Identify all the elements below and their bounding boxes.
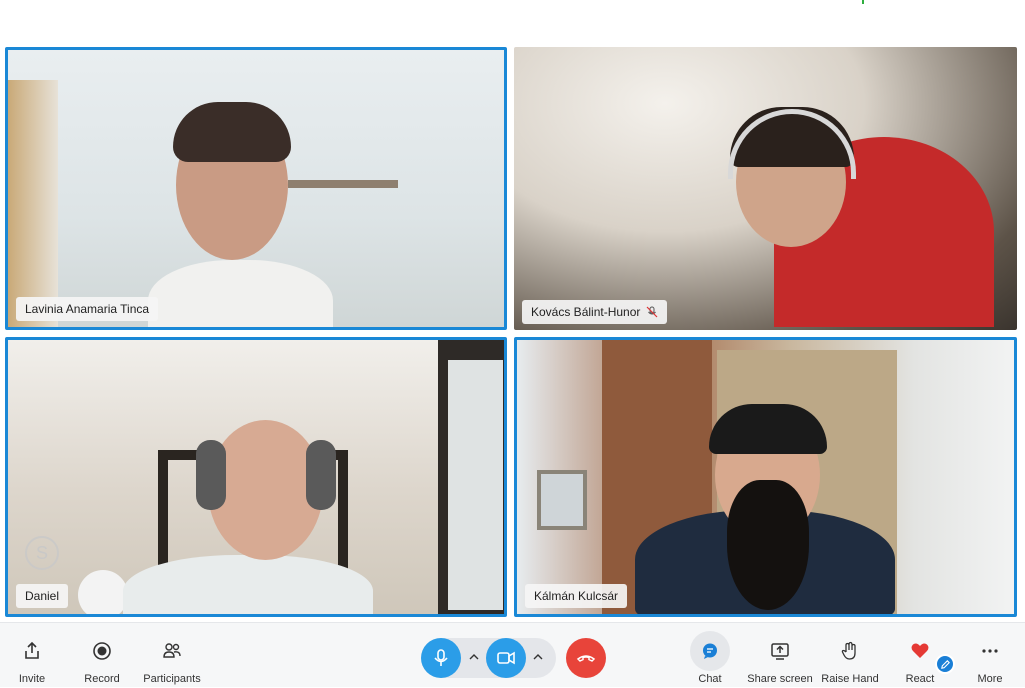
invite-label: Invite xyxy=(18,673,46,685)
participant-tile[interactable]: S Daniel xyxy=(5,337,507,617)
participant-name-tag: Lavinia Anamaria Tinca xyxy=(16,297,159,321)
share-screen-label: Share screen xyxy=(747,673,813,685)
person-hair xyxy=(709,404,827,454)
participant-tile[interactable]: Kovács Bálint-Hunor xyxy=(514,47,1017,330)
chat-label: Chat xyxy=(698,673,722,685)
react-label: React xyxy=(905,673,935,685)
wall-shelf xyxy=(288,180,398,188)
chevron-up-icon[interactable] xyxy=(532,651,544,663)
record-icon xyxy=(93,642,111,660)
lamp xyxy=(78,570,128,614)
share-icon xyxy=(25,641,39,659)
edit-reaction-button[interactable] xyxy=(935,654,955,674)
pencil-icon xyxy=(940,659,950,669)
participants-button[interactable]: Participants xyxy=(142,623,202,688)
participant-video xyxy=(514,47,1017,330)
chevron-up-icon[interactable] xyxy=(468,651,480,663)
video-grid: Lavinia Anamaria Tinca Kovács Bálint-Hun… xyxy=(0,44,1025,622)
camera-button[interactable] xyxy=(486,638,526,678)
participant-name: Daniel xyxy=(25,589,60,603)
chat-button-bg xyxy=(690,631,730,671)
person-beard xyxy=(727,480,809,610)
person-body xyxy=(148,260,333,327)
picture-frame xyxy=(537,470,587,530)
skype-watermark-icon: S xyxy=(25,536,59,570)
heart-icon xyxy=(911,643,929,658)
end-call-button[interactable] xyxy=(566,638,606,678)
person-body xyxy=(123,555,373,614)
participants-label: Participants xyxy=(143,673,201,685)
more-label: More xyxy=(977,673,1003,685)
people-icon xyxy=(163,643,181,658)
participant-name-tag: Daniel xyxy=(16,584,69,608)
participant-video xyxy=(517,340,1014,614)
status-indicator xyxy=(862,0,864,4)
more-button[interactable]: More xyxy=(972,623,1008,688)
top-bar xyxy=(0,0,1025,44)
participant-name-tag: Kálmán Kulcsár xyxy=(525,584,628,608)
call-toolbar: Invite Record Participants Chat Share sc… xyxy=(0,622,1025,687)
record-label: Record xyxy=(84,673,120,685)
window-curtain xyxy=(8,80,58,327)
participant-video xyxy=(8,50,504,327)
person-hair xyxy=(173,102,291,162)
participant-tile[interactable]: Lavinia Anamaria Tinca xyxy=(5,47,507,330)
participant-name: Lavinia Anamaria Tinca xyxy=(25,302,150,316)
chat-bubble-icon xyxy=(703,643,717,659)
window-glass xyxy=(448,360,503,610)
mic-button[interactable] xyxy=(421,638,461,678)
share-screen-icon xyxy=(771,643,789,660)
headphone-left xyxy=(196,440,226,510)
raise-hand-button[interactable]: Raise Hand xyxy=(820,623,880,688)
chat-button[interactable]: Chat xyxy=(689,623,731,688)
invite-button[interactable]: Invite xyxy=(12,623,52,688)
share-screen-button[interactable]: Share screen xyxy=(747,623,813,688)
participant-name: Kovács Bálint-Hunor xyxy=(531,305,641,319)
microphone-icon xyxy=(434,649,448,666)
record-button[interactable]: Record xyxy=(80,623,124,688)
react-button[interactable]: React xyxy=(900,623,940,688)
participant-name: Kálmán Kulcsár xyxy=(534,589,619,603)
hand-icon xyxy=(841,641,856,660)
participant-tile[interactable]: Kálmán Kulcsár xyxy=(514,337,1017,617)
video-camera-icon xyxy=(497,651,515,665)
hang-up-icon xyxy=(576,655,596,662)
more-dots-icon xyxy=(982,649,998,653)
participant-name-tag: Kovács Bálint-Hunor xyxy=(522,300,668,324)
raise-hand-label: Raise Hand xyxy=(821,673,879,685)
mic-muted-icon xyxy=(646,306,658,318)
participant-video: S xyxy=(8,340,504,614)
headphone-right xyxy=(306,440,336,510)
